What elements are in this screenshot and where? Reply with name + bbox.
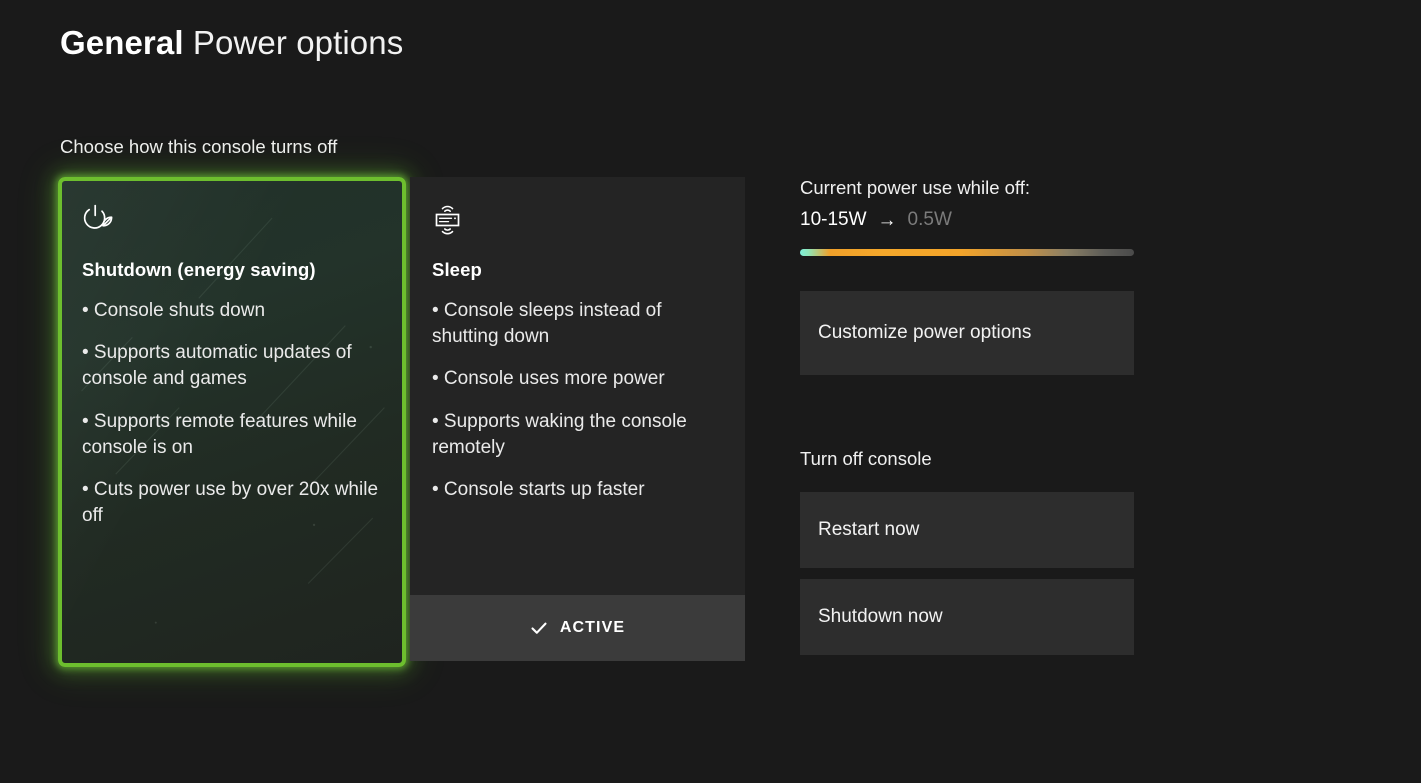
- console-wireless-icon: [432, 203, 723, 237]
- card-bullet-list: • Console sleeps instead of shutting dow…: [432, 298, 723, 503]
- card-shutdown-content: Shutdown (energy saving) • Console shuts…: [62, 181, 402, 530]
- right-column: Current power use while off: 10-15W → 0.…: [800, 177, 1134, 655]
- arrow-right-icon: →: [878, 211, 897, 230]
- list-item: • Console uses more power: [432, 366, 723, 392]
- customize-power-options-button[interactable]: Customize power options: [800, 291, 1134, 375]
- page-title-category: General: [60, 24, 184, 61]
- card-shutdown-energy-saving[interactable]: Shutdown (energy saving) • Console shuts…: [58, 177, 406, 667]
- card-sleep-content: Sleep • Console sleeps instead of shutti…: [410, 177, 745, 503]
- status-badge-label: ACTIVE: [560, 619, 625, 637]
- list-item: • Supports remote features while console…: [82, 409, 380, 461]
- power-use-current: 10-15W: [800, 209, 867, 231]
- list-item: • Supports automatic updates of console …: [82, 340, 380, 392]
- card-title: Shutdown (energy saving): [82, 259, 380, 281]
- restart-now-button[interactable]: Restart now: [800, 492, 1134, 568]
- shutdown-now-button[interactable]: Shutdown now: [800, 579, 1134, 655]
- section-label: Choose how this console turns off: [60, 136, 337, 158]
- list-item: • Cuts power use by over 20x while off: [82, 477, 380, 529]
- power-use-values: 10-15W → 0.5W: [800, 209, 1134, 231]
- turn-off-console-label: Turn off console: [800, 448, 1134, 470]
- card-title: Sleep: [432, 259, 723, 281]
- list-item: • Console shuts down: [82, 298, 380, 324]
- power-use-label: Current power use while off:: [800, 177, 1134, 199]
- card-bullet-list: • Console shuts down • Supports automati…: [82, 298, 380, 530]
- power-use-target: 0.5W: [908, 209, 952, 231]
- power-leaf-icon: [82, 203, 380, 237]
- card-sleep[interactable]: Sleep • Console sleeps instead of shutti…: [410, 177, 745, 661]
- power-options-screen: General Power options Choose how this co…: [0, 0, 1421, 783]
- page-title-page: Power options: [193, 24, 403, 61]
- page-title: General Power options: [60, 24, 403, 62]
- power-use-gradient-bar: [800, 249, 1134, 256]
- status-badge-active: ACTIVE: [410, 595, 745, 661]
- checkmark-icon: [530, 619, 548, 637]
- list-item: • Console sleeps instead of shutting dow…: [432, 298, 723, 350]
- list-item: • Supports waking the console remotely: [432, 409, 723, 461]
- list-item: • Console starts up faster: [432, 477, 723, 503]
